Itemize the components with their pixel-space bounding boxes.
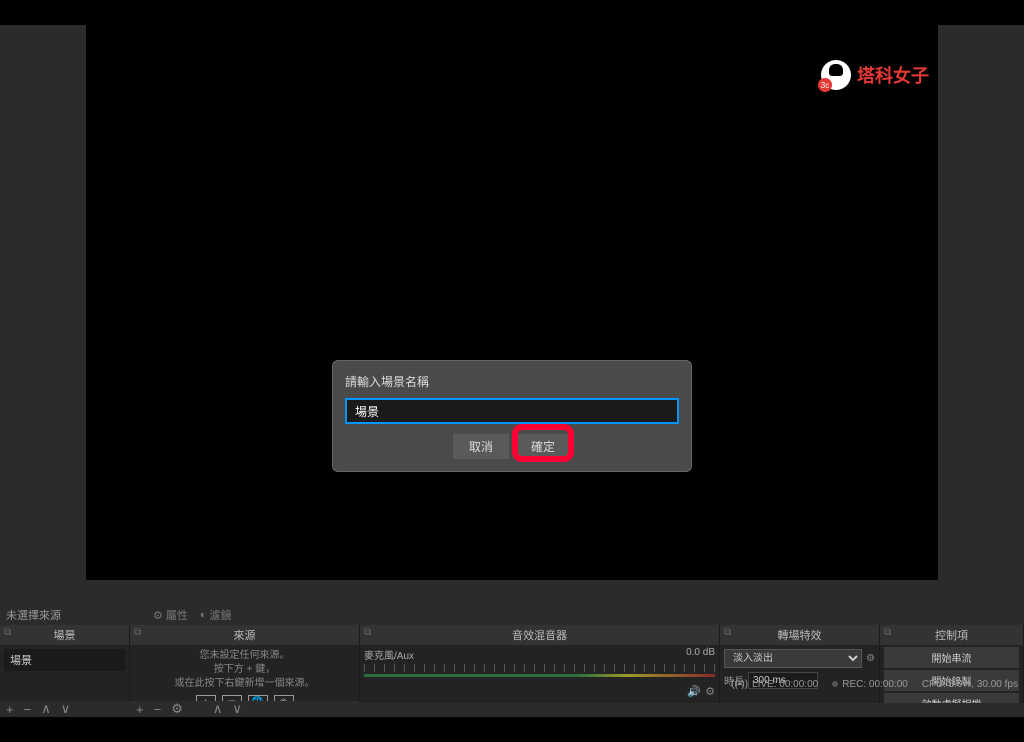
mixer-db-value: 0.0 dB (686, 647, 715, 662)
meter-bar (364, 674, 715, 677)
stream-status: ((•)) LIVE: 00:00:00 (731, 679, 818, 690)
mixer-header: ⧉ 音效混音器 (360, 625, 719, 645)
float-icon[interactable]: ⧉ (724, 627, 731, 638)
scene-down-button[interactable]: ∨ (61, 701, 71, 717)
sources-empty-3: 或在此按下右鍵新增一個來源。 (134, 677, 355, 691)
remove-scene-button[interactable]: − (24, 702, 32, 717)
watermark-icon (821, 60, 851, 90)
sources-footer: + − ⚙ ∧ ∨ (130, 701, 360, 717)
scenes-header: ⧉ 場景 (0, 625, 129, 645)
watermark-text: 塔科女子 (857, 62, 929, 88)
ok-button[interactable]: 確定 (515, 434, 571, 459)
start-vcam-button[interactable]: 啟動虛擬相機 (884, 693, 1019, 703)
mixer-gear-icon[interactable]: ⚙ (705, 685, 715, 698)
record-status: REC: 00:00:00 (832, 679, 908, 690)
transition-select[interactable]: 淡入淡出 (724, 649, 862, 668)
mixer-dock: ⧉ 音效混音器 麥克風/Aux 0.0 dB 🔊 ⚙ (360, 625, 720, 703)
preview-area (86, 25, 938, 580)
gear-icon: ⚙ (153, 609, 163, 622)
properties-button[interactable]: ⚙ 屬性 (153, 607, 188, 623)
cancel-button[interactable]: 取消 (453, 434, 509, 459)
scenes-footer: + − ∧ ∨ (0, 701, 130, 717)
source-up-button[interactable]: ∧ (213, 701, 223, 717)
scenes-dock: ⧉ 場景 場景 (0, 625, 130, 703)
sources-empty-1: 您未設定任何來源。 (134, 649, 355, 663)
scene-up-button[interactable]: ∧ (41, 701, 51, 717)
filter-icon: ◐ (200, 609, 207, 621)
record-dot-icon (832, 681, 838, 687)
transition-gear-icon[interactable]: ⚙ (866, 653, 875, 664)
scene-item[interactable]: 場景 (4, 649, 125, 671)
controls-header: ⧉ 控制項 (880, 625, 1023, 645)
remove-source-button[interactable]: − (154, 702, 162, 717)
add-scene-dialog: 請輸入場景名稱 取消 確定 (332, 360, 692, 472)
add-scene-button[interactable]: + (6, 702, 14, 717)
float-icon[interactable]: ⧉ (4, 627, 11, 638)
meter-ticks (364, 664, 715, 672)
dialog-label: 請輸入場景名稱 (345, 373, 679, 390)
scene-name-input[interactable] (345, 398, 679, 424)
sources-header: ⧉ 來源 (130, 625, 359, 645)
source-down-button[interactable]: ∨ (232, 701, 242, 717)
cpu-status: CPU: 5.0%, 30.00 fps (922, 679, 1018, 690)
source-gear-button[interactable]: ⚙ (171, 701, 183, 717)
sources-empty-2: 按下方 + 鍵， (134, 663, 355, 677)
sources-dock: ⧉ 來源 您未設定任何來源。 按下方 + 鍵， 或在此按下右鍵新增一個來源。 ▲… (130, 625, 360, 703)
float-icon[interactable]: ⧉ (134, 627, 141, 638)
no-source-label: 未選擇來源 (6, 607, 61, 623)
status-bar: ((•)) LIVE: 00:00:00 REC: 00:00:00 CPU: … (731, 676, 1018, 692)
watermark: 塔科女子 (821, 60, 929, 90)
float-icon[interactable]: ⧉ (364, 627, 371, 638)
float-icon[interactable]: ⧉ (884, 627, 891, 638)
volume-icon[interactable]: 🔊 (687, 685, 701, 698)
broadcast-icon: ((•)) (731, 679, 748, 690)
filters-button[interactable]: ◐ 濾鏡 (200, 607, 232, 623)
start-stream-button[interactable]: 開始串流 (884, 647, 1019, 668)
mixer-track-name: 麥克風/Aux (364, 647, 414, 662)
transitions-header: ⧉ 轉場特效 (720, 625, 879, 645)
source-toolbar: 未選擇來源 ⚙ 屬性 ◐ 濾鏡 (0, 605, 1024, 625)
add-source-button[interactable]: + (136, 702, 144, 717)
